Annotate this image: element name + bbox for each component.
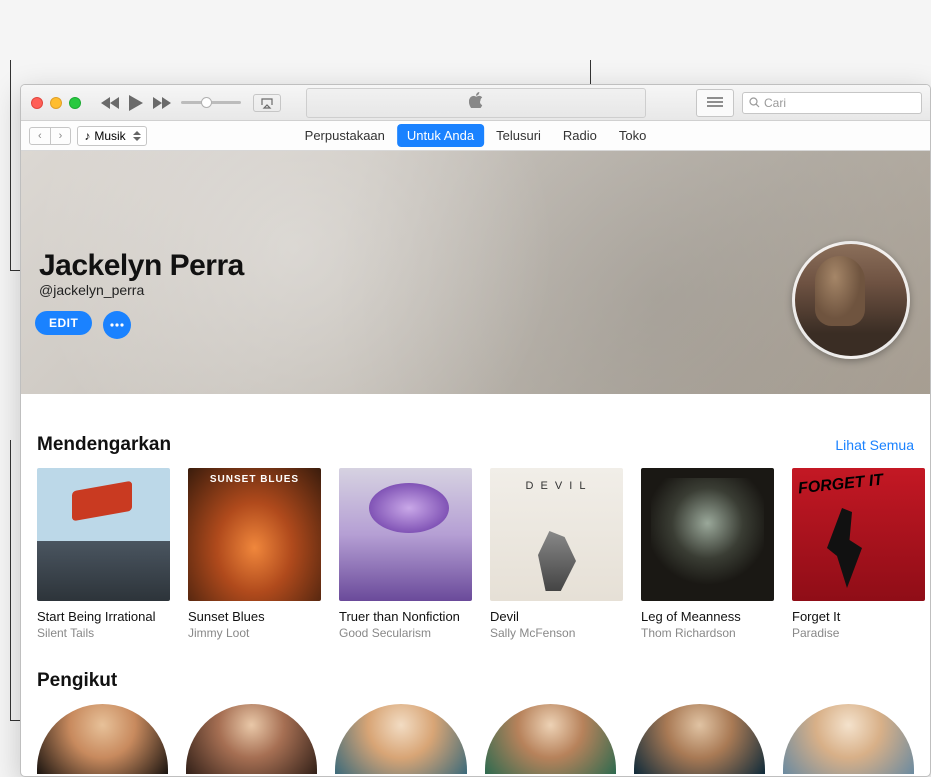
nav-back-button[interactable]: ‹ (30, 128, 51, 144)
minimize-window-button[interactable] (50, 97, 62, 109)
airplay-button[interactable] (253, 94, 281, 112)
tab-for-you[interactable]: Untuk Anda (397, 124, 484, 147)
nav-bar: ‹ › ♪Musik Perpustakaan Untuk Anda Telus… (21, 121, 930, 151)
profile-avatar[interactable] (792, 241, 910, 359)
search-icon (749, 97, 760, 108)
album-title: Devil (490, 609, 623, 624)
album-artist: Sally McFenson (490, 626, 623, 640)
follower-avatar[interactable] (37, 704, 168, 774)
profile-handle: @jackelyn_perra (39, 282, 144, 298)
follower-avatar[interactable] (186, 704, 317, 774)
apple-logo-icon (469, 92, 483, 113)
profile-header: Jackelyn Perra @jackelyn_perra EDIT (21, 151, 930, 394)
album-card[interactable]: Truer than Nonfiction Good Secularism (339, 468, 472, 640)
search-placeholder: Cari (764, 96, 786, 110)
listening-section-title: Mendengarkan (37, 434, 171, 456)
tab-library[interactable]: Perpustakaan (295, 124, 395, 147)
prev-track-button[interactable] (101, 97, 119, 109)
nav-forward-button[interactable]: › (51, 128, 71, 144)
zoom-window-button[interactable] (69, 97, 81, 109)
tab-browse[interactable]: Telusuri (486, 124, 551, 147)
titlebar: Cari (21, 85, 930, 121)
up-next-button[interactable] (696, 89, 734, 117)
album-artist: Good Secularism (339, 626, 472, 640)
close-window-button[interactable] (31, 97, 43, 109)
album-art (339, 468, 472, 601)
listening-row: Start Being Irrational Silent Tails Suns… (37, 468, 914, 640)
album-art (490, 468, 623, 601)
search-input[interactable]: Cari (742, 92, 922, 114)
album-art (792, 468, 925, 601)
follower-avatar[interactable] (335, 704, 466, 774)
album-art (641, 468, 774, 601)
window-controls (31, 97, 81, 109)
followers-row (37, 704, 914, 774)
follower-avatar[interactable] (485, 704, 616, 774)
album-artist: Paradise (792, 626, 925, 640)
album-card[interactable]: Forget It Paradise (792, 468, 925, 640)
media-picker-label: Musik (94, 129, 125, 143)
section-tabs: Perpustakaan Untuk Anda Telusuri Radio T… (295, 124, 657, 147)
album-card[interactable]: Sunset Blues Jimmy Loot (188, 468, 321, 640)
more-options-button[interactable] (103, 311, 131, 339)
followers-section-title: Pengikut (37, 670, 914, 692)
album-art (37, 468, 170, 601)
album-art (188, 468, 321, 601)
follower-avatar[interactable] (783, 704, 914, 774)
now-playing-lcd (306, 88, 646, 118)
album-title: Forget It (792, 609, 925, 624)
album-card[interactable]: Leg of Meanness Thom Richardson (641, 468, 774, 640)
album-card[interactable]: Start Being Irrational Silent Tails (37, 468, 170, 640)
follower-avatar[interactable] (634, 704, 765, 774)
next-track-button[interactable] (153, 97, 171, 109)
listening-see-all-link[interactable]: Lihat Semua (835, 437, 914, 453)
album-artist: Jimmy Loot (188, 626, 321, 640)
profile-name: Jackelyn Perra (39, 249, 244, 283)
album-card[interactable]: Devil Sally McFenson (490, 468, 623, 640)
media-picker[interactable]: ♪Musik (77, 126, 146, 146)
play-button[interactable] (129, 95, 143, 111)
album-title: Start Being Irrational (37, 609, 170, 624)
album-artist: Silent Tails (37, 626, 170, 640)
album-title: Truer than Nonfiction (339, 609, 472, 624)
itunes-window: Cari ‹ › ♪Musik Perpustakaan Untuk Anda … (20, 84, 931, 777)
album-title: Leg of Meanness (641, 609, 774, 624)
tab-store[interactable]: Toko (609, 124, 656, 147)
ellipsis-icon (110, 323, 124, 327)
playback-controls (101, 95, 171, 111)
tab-radio[interactable]: Radio (553, 124, 607, 147)
volume-slider[interactable] (181, 101, 241, 104)
album-title: Sunset Blues (188, 609, 321, 624)
album-artist: Thom Richardson (641, 626, 774, 640)
edit-profile-button[interactable]: EDIT (35, 311, 92, 335)
